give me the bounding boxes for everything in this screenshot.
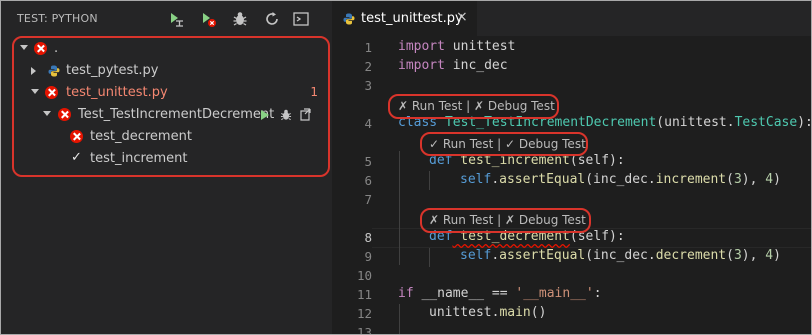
code-line[interactable]: unittest.main(): [429, 305, 546, 320]
code-line[interactable]: self.assertEqual(inc_dec.increment(3), 4…: [460, 172, 781, 187]
line-number: 2: [364, 59, 372, 74]
code-editor: test_unittest.py × 1 2 3 4 5 6 7 8 9 10 …: [332, 1, 812, 335]
refresh-icon[interactable]: [263, 10, 281, 28]
line-number: 1: [364, 40, 372, 55]
indent-guide: [429, 248, 430, 267]
number: 3: [733, 172, 742, 187]
number: 4: [765, 172, 774, 187]
show-output-icon[interactable]: [292, 10, 310, 28]
run-tests-icon[interactable]: [167, 10, 185, 28]
code-text: (inc_dec.: [585, 248, 656, 263]
code-line[interactable]: self.assertEqual(inc_dec.decrement(3), 4…: [460, 248, 781, 263]
keyword: self: [460, 248, 492, 263]
code-text: (unittest.: [656, 115, 735, 130]
string: '__main__': [515, 286, 594, 301]
code-text: ):: [797, 115, 812, 130]
code-text: ): [773, 172, 781, 187]
code-text: ): [773, 248, 781, 263]
code-text: unittest.: [429, 305, 500, 320]
close-icon[interactable]: ×: [456, 9, 468, 25]
code-text: unittest: [444, 39, 516, 54]
code-line[interactable]: import inc_dec: [398, 58, 508, 73]
line-number: 12: [356, 306, 372, 321]
code-text: .: [491, 172, 500, 187]
indent-guide: [429, 171, 430, 190]
highlight-frame: [12, 36, 330, 177]
line-number: 3: [364, 78, 372, 93]
tab-test-unittest[interactable]: test_unittest.py ×: [332, 1, 477, 36]
line-number: 9: [364, 249, 372, 264]
line-number: 6: [364, 173, 372, 188]
code-text: ),: [741, 248, 766, 263]
highlight-frame: [420, 208, 591, 233]
function-name: assertEqual: [499, 248, 586, 263]
highlight-frame: [388, 94, 559, 119]
number: 4: [765, 248, 774, 263]
keyword: import: [398, 58, 445, 73]
code-text: __name__ ==: [413, 286, 516, 301]
indent-guide: [399, 151, 400, 265]
line-number: 8: [364, 230, 372, 245]
function-name: decrement: [655, 248, 727, 263]
keyword: if: [398, 286, 414, 301]
tab-label: test_unittest.py: [361, 11, 463, 26]
number: 3: [733, 248, 742, 263]
test-explorer-sidebar: TEST: PYTHON . test_pytest.py test_unitt…: [1, 1, 332, 334]
line-number: 13: [356, 325, 372, 335]
line-number: 10: [356, 268, 372, 283]
keyword: import: [398, 39, 445, 54]
function-name: main: [499, 305, 531, 320]
function-name: assertEqual: [499, 172, 586, 187]
code-text: inc_dec: [444, 58, 508, 73]
code-text: ),: [741, 172, 766, 187]
code-line[interactable]: if __name__ == '__main__':: [398, 286, 602, 301]
class-name: TestCase: [734, 115, 798, 130]
code-text: :: [593, 286, 602, 301]
tab-bar: test_unittest.py ×: [332, 1, 811, 36]
code-text: .: [491, 248, 500, 263]
line-number: 11: [356, 287, 372, 302]
line-number: 4: [364, 116, 372, 131]
code-text: (: [726, 248, 734, 263]
line-number: 7: [364, 192, 372, 207]
code-text: (: [726, 172, 734, 187]
indent-guide: [399, 304, 400, 334]
code-text: (): [530, 305, 547, 320]
keyword: self: [460, 172, 492, 187]
vscode-window: TEST: PYTHON . test_pytest.py test_unitt…: [0, 0, 812, 335]
line-number: 5: [364, 154, 372, 169]
function-name: increment: [655, 172, 727, 187]
sidebar-header: TEST: PYTHON: [1, 1, 332, 36]
python-file-icon: [343, 13, 355, 25]
code-line[interactable]: import unittest: [398, 39, 515, 54]
run-failed-tests-icon[interactable]: [199, 10, 217, 28]
code-text: (inc_dec.: [585, 172, 656, 187]
debug-tests-icon[interactable]: [231, 10, 249, 28]
highlight-frame: [420, 132, 588, 156]
sidebar-title: TEST: PYTHON: [17, 12, 98, 25]
